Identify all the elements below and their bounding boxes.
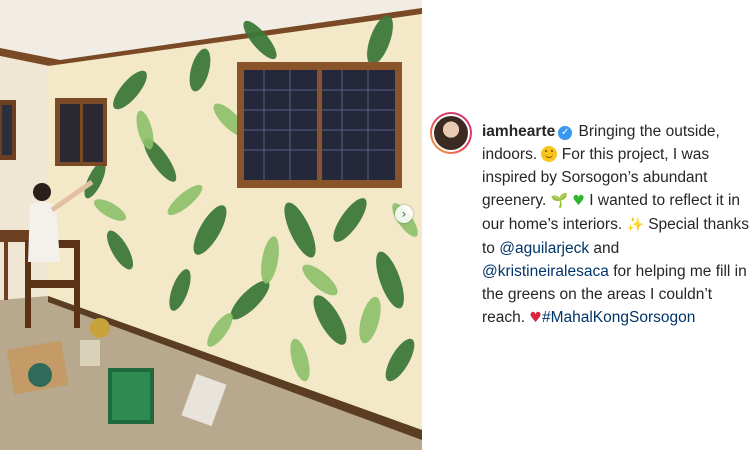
sprout-emoji-icon: 🌱: [550, 193, 569, 209]
post-photo[interactable]: ›: [0, 0, 422, 450]
verified-badge-icon: ✓: [558, 126, 573, 140]
chevron-right-icon: ›: [401, 207, 407, 221]
sparkles-emoji-icon: ✨: [626, 217, 644, 233]
mention-aguilarjeck[interactable]: @aguilarjeck: [499, 240, 589, 257]
caption-and: and: [593, 240, 620, 257]
mural-image: [0, 0, 422, 450]
profile-photo: [434, 116, 468, 150]
avatar[interactable]: [430, 112, 472, 154]
username-link[interactable]: iamhearte: [482, 123, 555, 140]
green-heart-emoji-icon: ♥: [572, 193, 585, 209]
hashtag-link[interactable]: #MahalKongSorsogon: [542, 309, 695, 326]
next-photo-button[interactable]: ›: [395, 205, 413, 223]
caption-text: iamhearte ✓ Bringing the outside, indoors…: [482, 120, 750, 330]
mention-kristineiralesaca[interactable]: @kristineiralesaca: [482, 263, 609, 280]
smile-emoji-icon: [541, 146, 558, 162]
red-heart-emoji-icon: ♥: [529, 310, 542, 326]
